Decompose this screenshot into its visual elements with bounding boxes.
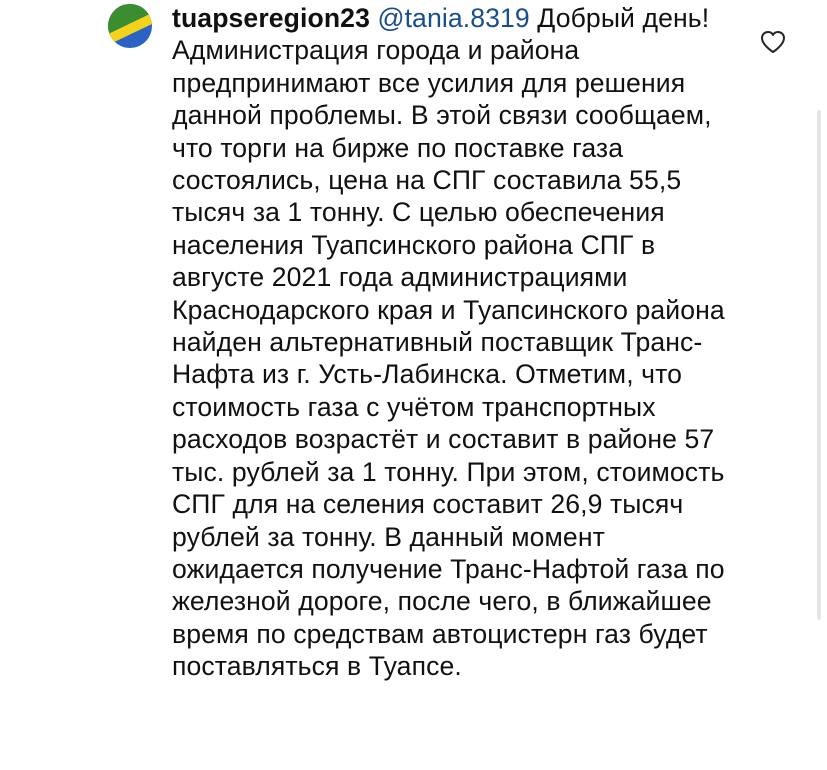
scrollbar[interactable] — [817, 110, 821, 620]
comment-item: tuapseregion23 @tania.8319 Добрый день! … — [0, 0, 827, 770]
flag-avatar-icon — [108, 4, 152, 48]
comment-text: Добрый день! Администрация города и райо… — [172, 3, 725, 682]
comment-username[interactable]: tuapseregion23 — [172, 3, 370, 33]
comment-mention[interactable]: @tania.8319 — [377, 3, 529, 33]
comment-body: tuapseregion23 @tania.8319 Добрый день! … — [172, 2, 732, 683]
avatar[interactable] — [108, 4, 152, 48]
heart-icon[interactable] — [760, 30, 786, 54]
